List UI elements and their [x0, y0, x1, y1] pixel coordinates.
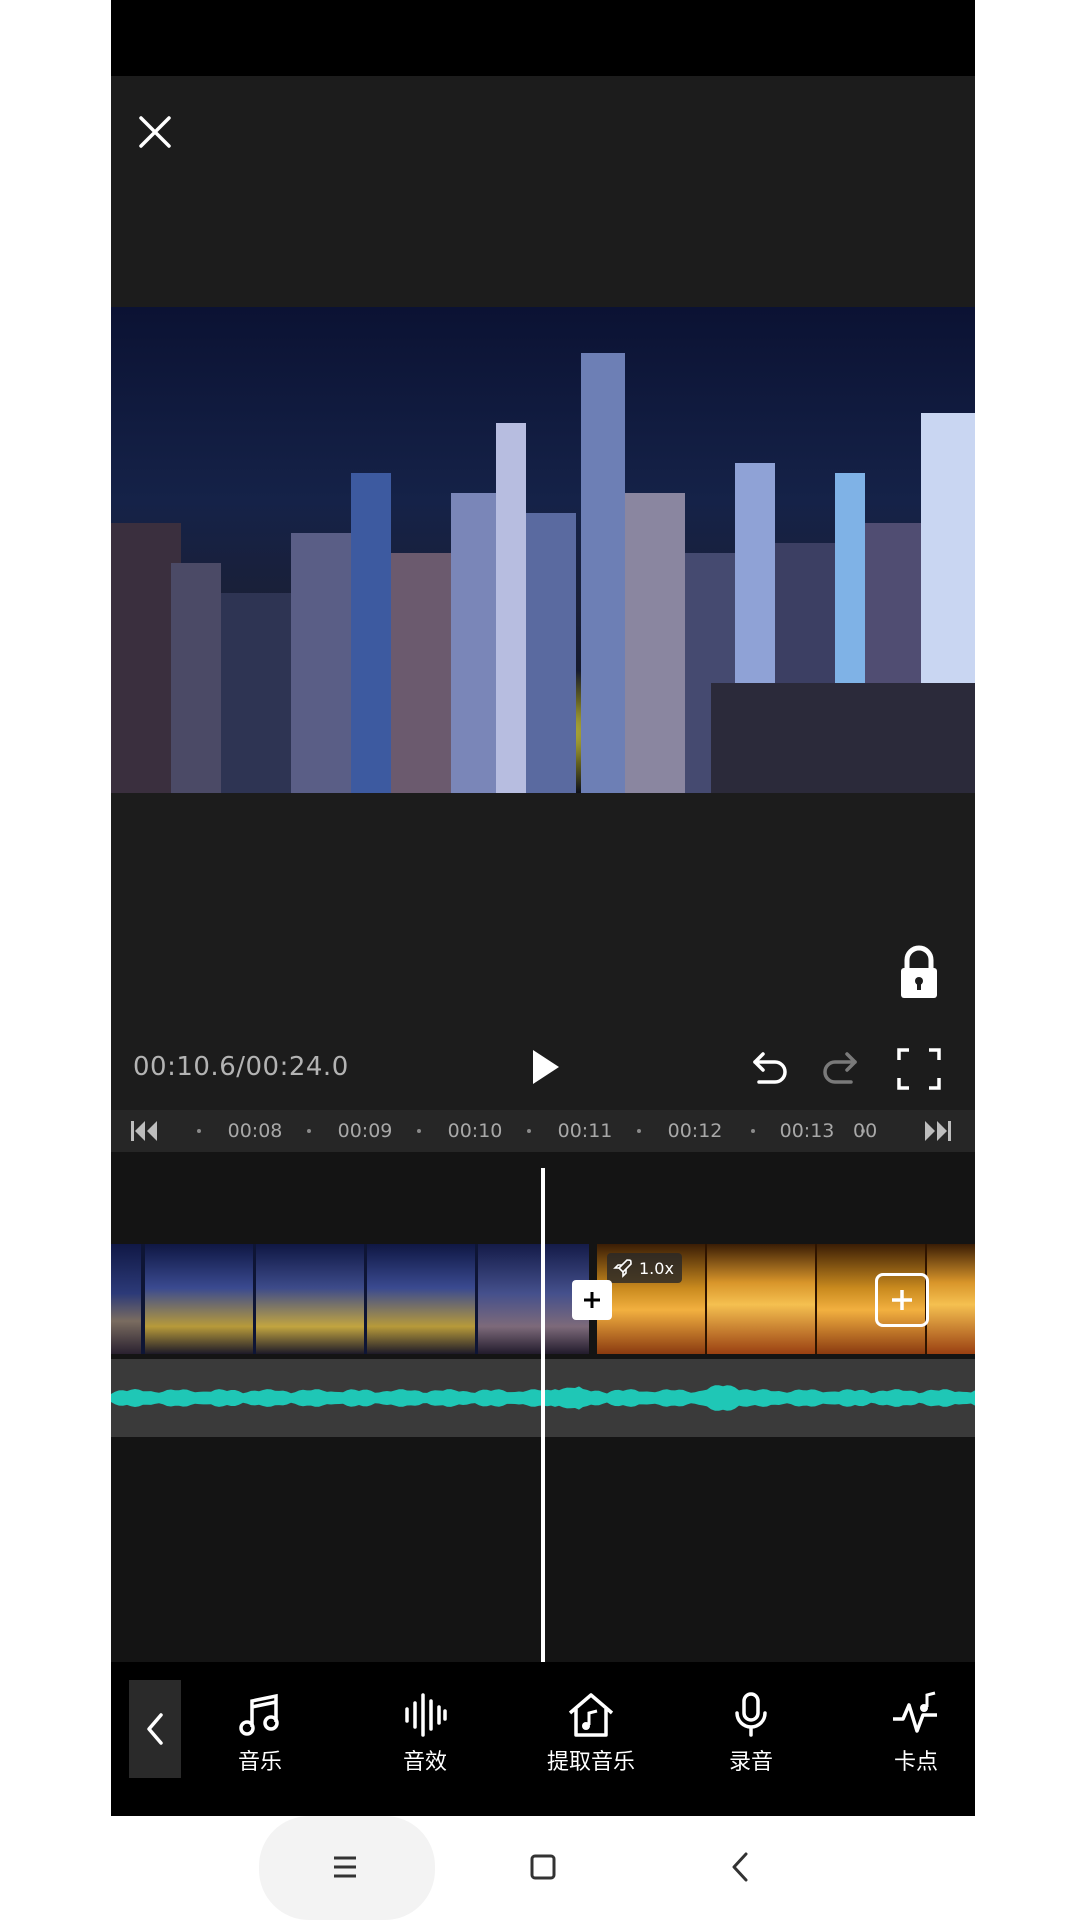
back-chevron-icon: [732, 1852, 748, 1882]
tool-label: 录音: [728, 1750, 773, 1775]
preview-building: [711, 683, 975, 793]
redo-button[interactable]: [819, 1048, 863, 1092]
tick-label: 00:10: [447, 1120, 503, 1142]
tool-beat[interactable]: 卡点: [861, 1690, 971, 1776]
rocket-icon: [613, 1259, 632, 1278]
tick-label: 00:11: [557, 1120, 613, 1142]
playhead[interactable]: [541, 1168, 545, 1662]
tool-extract-music[interactable]: 提取音乐: [531, 1690, 651, 1776]
chevron-left-icon: [147, 1713, 163, 1745]
preview-building: [451, 493, 496, 793]
speed-label: 1.0x: [639, 1258, 674, 1278]
tick-dot: [197, 1129, 201, 1133]
plus-icon: [892, 1290, 912, 1310]
sound-wave-icon: [405, 1693, 447, 1737]
skip-to-end-icon: [925, 1121, 951, 1141]
tick-label: 00:08: [227, 1120, 283, 1142]
tool-music[interactable]: 音乐: [205, 1690, 315, 1776]
play-button[interactable]: [521, 1044, 567, 1090]
preview-building: [391, 553, 451, 793]
extract-music-icon: [568, 1693, 614, 1737]
clip-thumbnail: [367, 1244, 475, 1354]
preview-building: [625, 493, 685, 793]
tick-label: 00:13: [779, 1120, 835, 1142]
music-note-icon: [239, 1693, 279, 1736]
microphone-icon: [735, 1692, 767, 1737]
tool-label: 卡点: [893, 1750, 938, 1775]
redo-icon: [823, 1052, 857, 1084]
fullscreen-button[interactable]: [895, 1046, 943, 1092]
audio-toolbar: 音乐 音效 提取音乐 录音 卡点: [111, 1662, 975, 1816]
tool-label: 音效: [402, 1750, 447, 1775]
tick-label: 00:09: [337, 1120, 393, 1142]
current-time: 00:10.6: [133, 1052, 237, 1082]
add-clip-button[interactable]: [875, 1273, 929, 1327]
play-icon: [533, 1050, 559, 1084]
preview-building: [221, 593, 291, 793]
clip-thumbnail: [927, 1244, 975, 1354]
beat-icon: [893, 1691, 937, 1733]
preview-building: [351, 473, 391, 793]
video-clip-night-city[interactable]: [111, 1244, 589, 1354]
plus-icon: [584, 1292, 600, 1308]
fullscreen-icon: [897, 1048, 941, 1090]
clip-thumbnail: [256, 1244, 364, 1354]
close-icon: [139, 116, 171, 148]
tick-label: 00: [853, 1120, 878, 1142]
tick-dot: [751, 1129, 755, 1133]
tick-dot: [637, 1129, 641, 1133]
lock-button[interactable]: [895, 944, 943, 1002]
tool-label: 音乐: [237, 1750, 282, 1775]
skip-to-start-icon: [131, 1121, 157, 1141]
clip-thumbnail: [145, 1244, 253, 1354]
clip-thumbnail: [707, 1244, 815, 1354]
system-nav-bar: [0, 1816, 1080, 1920]
skip-to-start-button[interactable]: [129, 1116, 159, 1146]
tick-label: 00:12: [667, 1120, 723, 1142]
undo-icon: [753, 1052, 787, 1084]
tick-dot: [527, 1129, 531, 1133]
preview-building: [581, 353, 625, 793]
tool-record[interactable]: 录音: [696, 1690, 806, 1776]
collapse-toolbar-button[interactable]: [129, 1680, 181, 1778]
tool-label: 提取音乐: [546, 1750, 635, 1775]
preview-building: [496, 423, 526, 793]
total-time: 00:24.0: [245, 1052, 349, 1082]
menu-icon: [334, 1856, 356, 1878]
skip-to-end-button[interactable]: [923, 1116, 953, 1146]
time-separator: /: [236, 1052, 246, 1082]
preview-building: [526, 513, 576, 793]
back-button[interactable]: [728, 1850, 752, 1884]
close-button[interactable]: [133, 110, 177, 154]
menu-button[interactable]: [330, 1852, 360, 1882]
tick-dot: [417, 1129, 421, 1133]
video-preview[interactable]: [111, 307, 975, 793]
undo-button[interactable]: [747, 1048, 791, 1092]
home-button[interactable]: [528, 1852, 558, 1882]
preview-building: [291, 533, 351, 793]
tool-sound-effects[interactable]: 音效: [370, 1690, 480, 1776]
clip-thumbnail: [111, 1244, 141, 1354]
timeline-ruler[interactable]: 00:08 00:09 00:10 00:11 00:12 00:13 00: [111, 1110, 975, 1152]
tick-dot: [307, 1129, 311, 1133]
clip-speed-badge: 1.0x: [607, 1253, 682, 1283]
video-editor: 00:10.6/00:24.0 00:08 00:09 00:10 00:11 …: [111, 0, 975, 1816]
add-transition-button[interactable]: [572, 1280, 612, 1320]
square-home-icon: [530, 1854, 556, 1880]
lock-icon: [901, 945, 937, 998]
preview-building: [171, 563, 221, 793]
status-bar: [111, 0, 975, 76]
time-display: 00:10.6/00:24.0: [133, 1052, 349, 1082]
